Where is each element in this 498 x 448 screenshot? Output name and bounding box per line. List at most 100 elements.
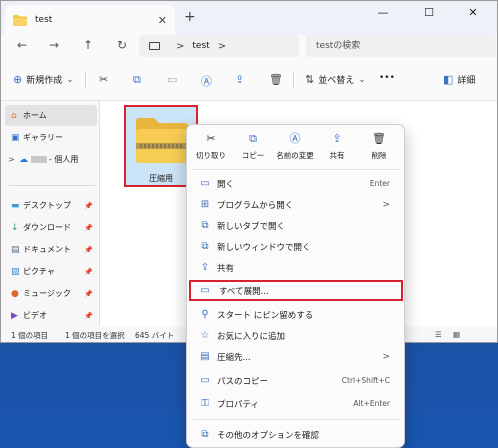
rename-icon: Ⓐ	[201, 75, 212, 88]
pin-icon: 📌	[84, 311, 93, 320]
copy-button[interactable]: ⧉	[133, 73, 145, 87]
sidebar-item-gallery[interactable]: ▣ ギャラリー	[5, 127, 97, 148]
share-button[interactable]: ⇪	[235, 73, 248, 86]
menu-item-more-options[interactable]: ⧉ その他のオプションを確認	[191, 424, 402, 445]
menu-item-label: プロパティ	[217, 399, 259, 410]
sidebar-item-desktop[interactable]: ▬ デスクトップ 📌	[5, 195, 97, 216]
back-button[interactable]: ←	[13, 38, 31, 52]
sidebar-item-onedrive[interactable]: > ☁ - 個人用	[5, 149, 97, 170]
menu-item-properties[interactable]: ⚿ プロパティ Alt+Enter	[191, 393, 402, 414]
menu-item-pin-start[interactable]: ⚲ スタート にピン留めする	[191, 304, 402, 325]
cut-action[interactable]: ✂ 切り取り	[190, 131, 232, 161]
sidebar-item-downloads[interactable]: ↓ ダウンロード 📌	[5, 217, 97, 238]
menu-item-open-new-tab[interactable]: ⧉ 新しいタブで開く	[191, 215, 402, 236]
tiles-view-icon[interactable]: ▦	[453, 330, 460, 339]
divider	[85, 71, 86, 89]
navigation-pane: ⌂ ホーム ▣ ギャラリー > ☁ - 個人用 ▬ デスクトップ 📌 ↓ ダウン…	[1, 101, 99, 326]
menu-item-label: お気に入りに追加	[217, 331, 286, 342]
menu-item-add-favorite[interactable]: ☆ お気に入りに追加	[191, 325, 402, 346]
more-button[interactable]: •••	[379, 73, 395, 83]
rename-label: 名前の変更	[276, 151, 314, 160]
delete-action[interactable]: 🗑 削除	[358, 131, 400, 161]
gallery-icon: ▣	[11, 132, 20, 143]
sidebar-item-documents[interactable]: ▤ ドキュメント 📌	[5, 239, 97, 260]
menu-item-label: 共有	[217, 263, 235, 274]
chevron-down-icon: ⌄	[358, 74, 366, 85]
up-button[interactable]: ↑	[79, 38, 97, 52]
quick-actions: ✂ 切り取り ⧉ コピー Ⓐ 名前の変更 ⇪ 共有 🗑 削除	[187, 125, 404, 169]
sidebar-item-pictures[interactable]: ▨ ピクチャ 📌	[5, 261, 97, 282]
new-tab-button[interactable]: +	[184, 9, 196, 25]
chevron-right-icon: >	[382, 351, 390, 362]
menu-item-label: 新しいウィンドウで開く	[217, 242, 311, 253]
delete-icon: 🗑	[372, 132, 386, 145]
paste-button[interactable]: ▭	[167, 73, 181, 86]
more-icon: •••	[379, 73, 395, 83]
menu-item-open-new-window[interactable]: ⧉ 新しいウィンドウで開く	[191, 236, 402, 257]
pin-icon: 📌	[84, 223, 93, 232]
tab-close-icon[interactable]: ✕	[158, 14, 167, 27]
open-with-icon: ⊞	[200, 199, 210, 210]
menu-item-extract-all[interactable]: ▭ すべて展開...	[189, 280, 403, 301]
desktop-icon: ▬	[11, 200, 20, 211]
breadcrumb-test[interactable]: test	[192, 41, 209, 51]
new-button[interactable]: ⊕ 新規作成 ⌄	[13, 73, 74, 86]
sidebar-item-label: ダウンロード	[23, 223, 71, 232]
sidebar-item-label: デスクトップ	[23, 201, 71, 210]
share-icon: ⇪	[332, 132, 342, 145]
pin-start-icon: ⚲	[201, 309, 209, 320]
tab-test[interactable]: test ✕	[5, 5, 175, 35]
close-button[interactable]: ✕	[453, 6, 493, 19]
share-icon: ⇪	[235, 73, 245, 86]
menu-item-copy-path[interactable]: ▭ パスのコピー Ctrl+Shift+C	[191, 370, 402, 391]
chevron-right-icon: >	[382, 199, 390, 210]
item-count: 1 個の項目	[11, 331, 49, 340]
cut-button[interactable]: ✂	[99, 73, 112, 86]
expand-chevron-icon[interactable]: >	[8, 155, 15, 164]
search-input[interactable]: testの検索	[306, 35, 496, 57]
sidebar-item-videos[interactable]: ▶ ビデオ 📌	[5, 305, 97, 326]
menu-item-shortcut: Alt+Enter	[353, 399, 390, 408]
divider	[293, 71, 294, 89]
rename-action[interactable]: Ⓐ 名前の変更	[274, 131, 316, 161]
sidebar-item-label: - 個人用	[49, 155, 79, 164]
refresh-button[interactable]: ↻	[113, 38, 131, 52]
computer-icon	[149, 42, 160, 50]
share-action[interactable]: ⇪ 共有	[316, 131, 358, 161]
zip-folder-icon	[136, 118, 188, 163]
list-view-icon[interactable]: ☰	[435, 330, 442, 339]
new-label: 新規作成	[26, 76, 63, 86]
delete-label: 削除	[371, 151, 387, 160]
sidebar-item-home[interactable]: ⌂ ホーム	[5, 105, 97, 126]
menu-item-label: 開く	[217, 179, 235, 190]
context-menu: ✂ 切り取り ⧉ コピー Ⓐ 名前の変更 ⇪ 共有 🗑 削除 ▭ 開く Ente…	[186, 124, 405, 448]
extract-all-icon: ▭	[200, 285, 210, 296]
delete-button[interactable]: 🗑	[269, 73, 287, 86]
home-icon: ⌂	[11, 110, 17, 121]
title-bar: test ✕ + — ☐ ✕	[1, 1, 497, 35]
menu-divider	[193, 169, 400, 170]
maximize-button[interactable]: ☐	[409, 6, 449, 19]
favorite-icon: ☆	[200, 330, 210, 341]
menu-item-label: すべて展開...	[219, 286, 269, 297]
rename-button[interactable]: Ⓐ	[201, 73, 216, 89]
copy-action[interactable]: ⧉ コピー	[232, 131, 274, 161]
details-button[interactable]: ◧ 詳細	[443, 73, 475, 86]
menu-item-open-with[interactable]: ⊞ プログラムから開く >	[191, 194, 402, 215]
sidebar-item-label: ギャラリー	[23, 133, 63, 142]
breadcrumb-separator-end[interactable]: >	[218, 41, 226, 52]
minimize-button[interactable]: —	[363, 6, 403, 19]
menu-item-compress-to[interactable]: ▤ 圧縮先... >	[191, 346, 402, 367]
sidebar-item-label: ドキュメント	[23, 245, 71, 254]
menu-item-share[interactable]: ⇪ 共有	[191, 257, 402, 278]
music-icon: ●	[11, 288, 19, 299]
forward-button[interactable]: →	[45, 38, 63, 52]
new-window-icon: ⧉	[201, 241, 209, 252]
share-label: 共有	[329, 151, 345, 160]
sort-button[interactable]: ⇅ 並べ替え ⌄	[305, 73, 366, 86]
menu-item-open[interactable]: ▭ 開く Enter	[191, 173, 402, 194]
new-tab-icon: ⧉	[201, 220, 209, 231]
details-pane-icon: ◧	[443, 73, 454, 86]
address-bar[interactable]: > test >	[139, 35, 299, 57]
sidebar-item-music[interactable]: ● ミュージック 📌	[5, 283, 97, 304]
